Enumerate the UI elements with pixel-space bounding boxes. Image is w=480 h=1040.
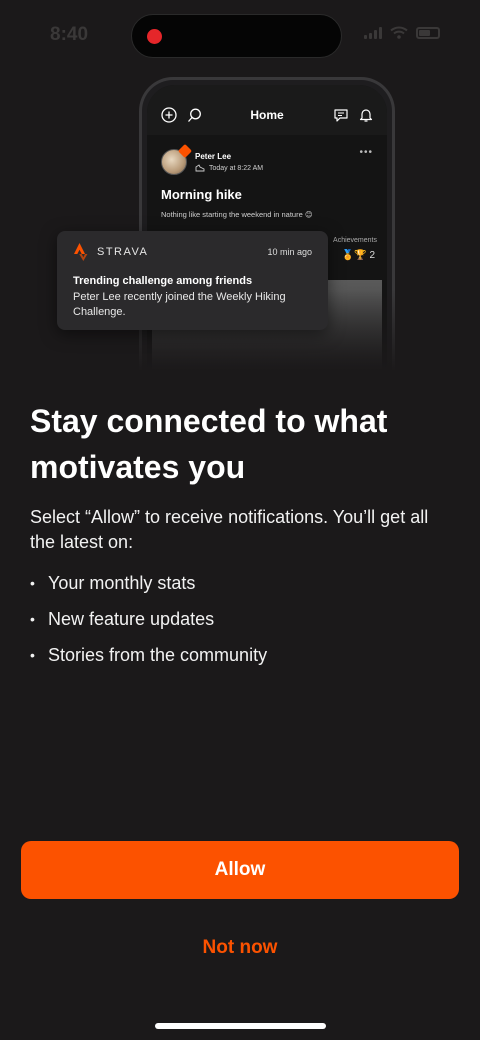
notification-preview: STRAVA 10 min ago Trending challenge amo…	[57, 231, 328, 330]
bullet-icon: •	[30, 647, 35, 663]
post-author: Peter Lee	[195, 152, 232, 161]
notification-body: Peter Lee recently joined the Weekly Hik…	[73, 291, 286, 318]
hike-shoe-icon	[195, 164, 205, 172]
dynamic-island	[131, 14, 342, 58]
list-item: • Your monthly stats	[30, 565, 450, 601]
bullet-icon: •	[30, 611, 35, 627]
status-time: 8:40	[50, 24, 89, 45]
benefits-list: • Your monthly stats • New feature updates…	[30, 565, 450, 673]
trophy-icon: 🏆	[354, 250, 367, 261]
subscriber-badge-icon	[177, 143, 193, 159]
list-item-label: New feature updates	[48, 608, 215, 629]
battery-icon	[416, 26, 440, 39]
brand-name: STRAVA	[97, 246, 149, 258]
search-icon	[188, 108, 201, 122]
phone-header-title: Home	[250, 108, 284, 122]
achievements: 🏅🏆 2	[342, 250, 375, 261]
bullet-icon: •	[30, 575, 35, 591]
more-options-icon: •••	[359, 147, 373, 158]
status-icons	[364, 26, 440, 39]
bell-icon	[359, 109, 373, 122]
add-icon	[161, 107, 177, 123]
strava-logo-icon	[74, 243, 88, 261]
avatar	[161, 143, 193, 175]
notification-title: Trending challenge among friends	[73, 275, 253, 287]
chat-icon	[334, 108, 348, 122]
allow-button[interactable]: Allow	[21, 841, 459, 899]
list-item: • Stories from the community	[30, 637, 450, 673]
post-description: Nothing like starting the weekend in nat…	[161, 210, 313, 219]
home-indicator[interactable]	[155, 1023, 326, 1029]
not-now-button[interactable]: Not now	[140, 930, 340, 966]
notification-time: 10 min ago	[267, 247, 312, 257]
page-title: Stay connected to what motivates you	[30, 403, 388, 485]
intro-text: Select “Allow” to receive notifications.…	[30, 507, 429, 552]
medal-icon: 🏅	[341, 250, 355, 261]
achievements-count: 2	[369, 250, 375, 261]
activity-post: Peter Lee Today at 8:22 AM ••• Morning h…	[147, 135, 387, 219]
list-item-label: Stories from the community	[48, 644, 268, 665]
wifi-icon	[390, 26, 408, 39]
post-title: Morning hike	[161, 187, 242, 202]
list-item-label: Your monthly stats	[48, 572, 196, 593]
cellular-signal-icon	[364, 26, 382, 39]
list-item: • New feature updates	[30, 601, 450, 637]
post-timestamp: Today at 8:22 AM	[209, 164, 264, 172]
achievements-label: Achievements	[333, 237, 377, 244]
phone-header: Home	[147, 85, 387, 135]
recording-indicator-icon	[147, 29, 162, 44]
